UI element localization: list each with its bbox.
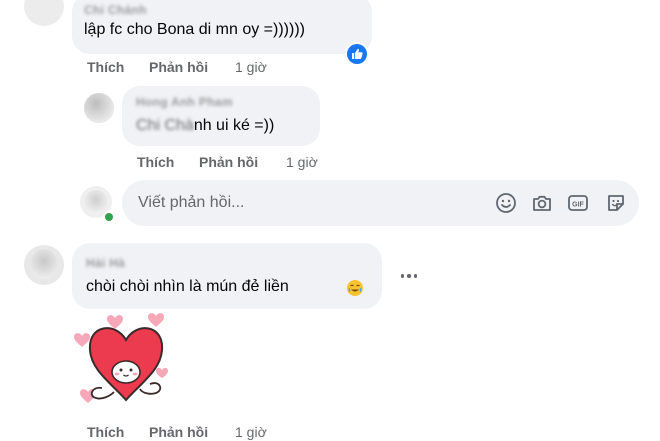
comment-text: lập fc cho Bona di mn oy =)))))) (84, 21, 305, 38)
comment-author[interactable]: Hải Hà (86, 256, 125, 270)
online-status-dot (103, 211, 115, 223)
avatar[interactable] (24, 245, 64, 285)
comment-author[interactable]: Chi Chánh (84, 3, 147, 17)
svg-text:GIF: GIF (572, 202, 584, 209)
camera-icon[interactable] (529, 190, 555, 216)
reply-text-blurred: Chi Chà (136, 117, 194, 134)
reply-text-visible: nh ui ké =)) (193, 117, 275, 134)
heart-sticker (70, 310, 182, 418)
reply-input[interactable]: Viết phản hồi... (122, 180, 639, 226)
reply-bubble: Hong Anh Pham Chi Chành ui ké =)) (122, 86, 320, 146)
like-button[interactable]: Thích (87, 424, 124, 440)
comment-bubble: Hải Hà chòi chòi nhìn là mún đẻ liền (72, 243, 382, 309)
comment-timestamp[interactable]: 1 giờ (235, 59, 267, 75)
reply-button[interactable]: Phản hồi (149, 59, 208, 75)
comment-text-content: chòi chòi nhìn là mún đẻ liền (86, 278, 289, 295)
like-reaction-icon[interactable] (345, 42, 369, 66)
reply-input-placeholder: Viết phản hồi... (138, 194, 245, 211)
emoji-icon[interactable] (493, 190, 519, 216)
sticker-icon[interactable] (603, 190, 629, 216)
like-button[interactable]: Thích (137, 154, 174, 170)
gif-icon[interactable]: GIF (565, 190, 591, 216)
avatar[interactable] (24, 0, 64, 26)
reply-author[interactable]: Hong Anh Pham (136, 95, 233, 109)
reply-button[interactable]: Phản hồi (199, 154, 258, 170)
like-button[interactable]: Thích (87, 59, 124, 75)
comment-timestamp[interactable]: 1 giờ (235, 424, 267, 440)
more-options-icon[interactable] (397, 266, 421, 286)
reply-text: Chi Chành ui ké =)) (136, 117, 274, 135)
reply-button[interactable]: Phản hồi (149, 424, 208, 440)
comment-text: chòi chòi nhìn là mún đẻ liền (86, 278, 289, 296)
avatar[interactable] (84, 93, 114, 123)
comment-bubble: Chi Chánh lập fc cho Bona di mn oy =))))… (72, 0, 372, 54)
reply-timestamp[interactable]: 1 giờ (286, 154, 318, 170)
crying-laugh-emoji-icon (346, 279, 364, 297)
